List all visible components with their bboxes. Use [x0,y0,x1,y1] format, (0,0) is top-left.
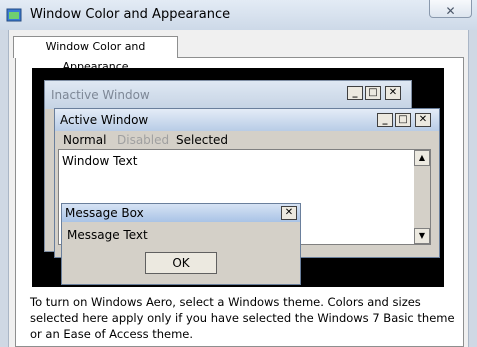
message-box-preview[interactable]: Message Box ✕ Message Text OK [61,203,301,285]
menu-item-normal[interactable]: Normal [63,133,106,147]
active-window-title: Active Window [60,113,149,127]
title-bar: Window Color and Appearance ✕ [0,0,477,30]
scrollbar[interactable]: ▲ ▼ [414,150,430,244]
close-icon: ✕ [385,86,401,100]
menu-item-selected[interactable]: Selected [176,133,228,147]
tab-window-color[interactable]: Window Color and Appearance [13,36,178,73]
window-text: Window Text [62,154,138,168]
maximize-icon: □ [365,86,381,100]
message-box-title: Message Box [65,206,144,220]
scroll-down-icon[interactable]: ▼ [414,228,430,244]
inactive-title-bar[interactable]: Inactive Window _ □ ✕ [45,81,411,109]
message-box-title-bar[interactable]: Message Box ✕ [62,204,300,222]
message-text: Message Text [67,228,148,242]
active-title-bar[interactable]: Active Window _ □ ✕ [55,109,439,131]
ok-button[interactable]: OK [145,252,217,274]
menu-bar: Normal Disabled Selected [55,131,439,149]
aero-description: To turn on Windows Aero, select a Window… [30,295,455,341]
window-title: Window Color and Appearance [30,7,231,22]
inactive-caption-buttons: _ □ ✕ [347,86,401,100]
minimize-icon: _ [377,113,393,127]
menu-item-disabled[interactable]: Disabled [117,133,169,147]
minimize-icon: _ [347,86,363,100]
window-color-icon [6,8,22,22]
active-caption-buttons: _ □ ✕ [377,113,431,127]
close-icon: ✕ [415,113,431,127]
close-icon: ✕ [281,206,297,220]
appearance-preview[interactable]: Inactive Window _ □ ✕ Active Window _ □ … [32,68,444,287]
close-icon: ✕ [445,4,456,18]
inactive-window-title: Inactive Window [51,88,150,102]
maximize-icon: □ [395,113,411,127]
close-button[interactable]: ✕ [429,0,472,18]
scroll-up-icon[interactable]: ▲ [414,150,430,166]
